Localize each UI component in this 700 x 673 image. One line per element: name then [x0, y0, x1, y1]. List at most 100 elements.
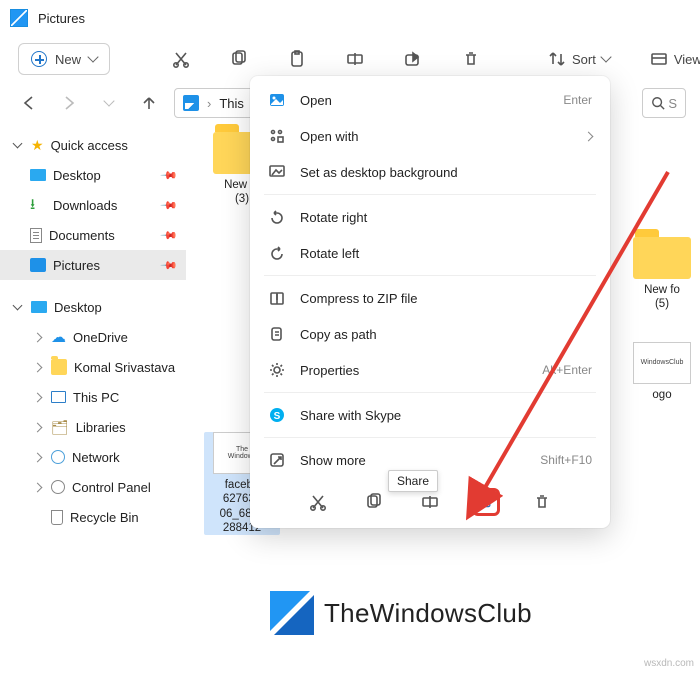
- nav-back-button[interactable]: [14, 88, 44, 118]
- ctx-label: Properties: [300, 363, 359, 378]
- ctx-rename-button[interactable]: [416, 488, 444, 516]
- sidebar-item-onedrive[interactable]: ☁ OneDrive: [0, 322, 186, 352]
- nav-recent-button[interactable]: [94, 88, 124, 118]
- trash-icon: [533, 493, 551, 511]
- ctx-set-background[interactable]: Set as desktop background: [256, 154, 604, 190]
- chevron-right-icon: [32, 362, 42, 372]
- menu-separator: [264, 392, 596, 393]
- controlpanel-icon: [51, 480, 65, 494]
- ctx-shortcut: Enter: [563, 93, 592, 107]
- desktop-icon: [30, 169, 46, 181]
- ctx-shortcut: Ak+Enter: [542, 363, 592, 377]
- ctx-shortcut: Shift+F10: [540, 453, 592, 467]
- ctx-rotate-left[interactable]: Rotate left: [256, 235, 604, 271]
- paste-icon: [288, 50, 306, 68]
- file-name: New fo (5): [624, 283, 700, 312]
- pictures-icon: [183, 95, 199, 111]
- paste-button[interactable]: [282, 43, 312, 75]
- cut-button[interactable]: [166, 43, 196, 75]
- ctx-share-button[interactable]: [472, 488, 500, 516]
- ctx-label: Compress to ZIP file: [300, 291, 418, 306]
- sort-button[interactable]: Sort: [542, 43, 616, 75]
- share-button[interactable]: [398, 43, 428, 75]
- scissors-icon: [309, 493, 327, 511]
- rotate-right-icon: [268, 208, 286, 226]
- menu-separator: [264, 194, 596, 195]
- chevron-down-icon: [12, 301, 22, 311]
- ctx-copy-button[interactable]: [360, 488, 388, 516]
- ctx-copy-path[interactable]: Copy as path: [256, 316, 604, 352]
- ctx-open[interactable]: Open Enter: [256, 82, 604, 118]
- sidebar-item-libraries[interactable]: 🗂 Libraries: [0, 412, 186, 442]
- sidebar-item-controlpanel[interactable]: Control Panel: [0, 472, 186, 502]
- menu-separator: [264, 437, 596, 438]
- sidebar-item-pictures[interactable]: Pictures 📌: [0, 250, 186, 280]
- ctx-zip[interactable]: Compress to ZIP file: [256, 280, 604, 316]
- share-icon: [404, 50, 422, 68]
- sidebar-label: Quick access: [51, 138, 128, 153]
- recycle-icon: [51, 510, 63, 525]
- copy-button[interactable]: [224, 43, 254, 75]
- document-icon: [30, 228, 42, 243]
- properties-icon: [268, 361, 286, 379]
- nav-forward-button[interactable]: [54, 88, 84, 118]
- breadcrumb-item[interactable]: This: [219, 96, 244, 111]
- share-icon: [479, 493, 493, 511]
- sidebar-item-network[interactable]: Network: [0, 442, 186, 472]
- context-menu: Open Enter Open with Set as desktop back…: [250, 76, 610, 528]
- scissors-icon: [172, 50, 190, 68]
- ctx-rotate-right[interactable]: Rotate right: [256, 199, 604, 235]
- sidebar-label: This PC: [73, 390, 119, 405]
- chevron-right-icon: [585, 133, 592, 140]
- tooltip-share: Share: [388, 470, 438, 492]
- ctx-properties[interactable]: Properties Ak+Enter: [256, 352, 604, 388]
- sidebar-item-thispc[interactable]: This PC: [0, 382, 186, 412]
- search-box[interactable]: S: [642, 88, 686, 118]
- libraries-icon: 🗂: [51, 419, 69, 436]
- sidebar-item-documents[interactable]: Documents 📌: [0, 220, 186, 250]
- ctx-delete-button[interactable]: [528, 488, 556, 516]
- rotate-left-icon: [268, 244, 286, 262]
- image-item[interactable]: WindowsClub ogo: [624, 342, 700, 402]
- search-icon: [651, 96, 665, 110]
- copypath-icon: [268, 325, 286, 343]
- sidebar-item-downloads[interactable]: ⭳ Downloads 📌: [0, 190, 186, 220]
- watermark: wsxdn.com: [644, 658, 694, 669]
- sidebar-quickaccess[interactable]: ★ Quick access: [0, 130, 186, 160]
- chevron-right-icon: [32, 482, 42, 492]
- ctx-label: Open: [300, 93, 332, 108]
- copy-icon: [365, 493, 383, 511]
- sidebar-item-desktop[interactable]: Desktop 📌: [0, 160, 186, 190]
- folder-item[interactable]: New fo (5): [624, 237, 700, 312]
- brand-logo-icon: [270, 591, 314, 635]
- openwith-icon: [268, 127, 286, 145]
- ctx-cut-button[interactable]: [304, 488, 332, 516]
- view-button[interactable]: View: [644, 43, 700, 75]
- sidebar-item-recyclebin[interactable]: Recycle Bin: [0, 502, 186, 532]
- pin-icon: 📌: [160, 166, 179, 185]
- sidebar-desktop-root[interactable]: Desktop: [0, 292, 186, 322]
- sort-icon: [548, 50, 566, 68]
- nav-up-button[interactable]: [134, 88, 164, 118]
- zip-icon: [268, 289, 286, 307]
- ctx-share-skype[interactable]: S Share with Skype: [256, 397, 604, 433]
- ctx-label: Open with: [300, 129, 359, 144]
- thispc-icon: [51, 391, 66, 403]
- arrow-up-icon: [141, 95, 157, 111]
- ctx-label: Set as desktop background: [300, 165, 458, 180]
- sidebar-label: Recycle Bin: [70, 510, 139, 525]
- ctx-open-with[interactable]: Open with: [256, 118, 604, 154]
- view-icon: [650, 50, 668, 68]
- rename-button[interactable]: [340, 43, 370, 75]
- sidebar-label: Desktop: [53, 168, 101, 183]
- sidebar-label: Downloads: [53, 198, 117, 213]
- delete-button[interactable]: [456, 43, 486, 75]
- pin-icon: 📌: [160, 226, 179, 245]
- new-button[interactable]: New: [18, 43, 110, 75]
- sidebar-item-user[interactable]: Komal Srivastava: [0, 352, 186, 382]
- chevron-down-icon: [12, 139, 22, 149]
- chevron-right-icon: [32, 332, 42, 342]
- chevron-right-icon: [32, 452, 42, 462]
- folder-icon: [51, 359, 67, 375]
- folder-icon: [633, 237, 691, 279]
